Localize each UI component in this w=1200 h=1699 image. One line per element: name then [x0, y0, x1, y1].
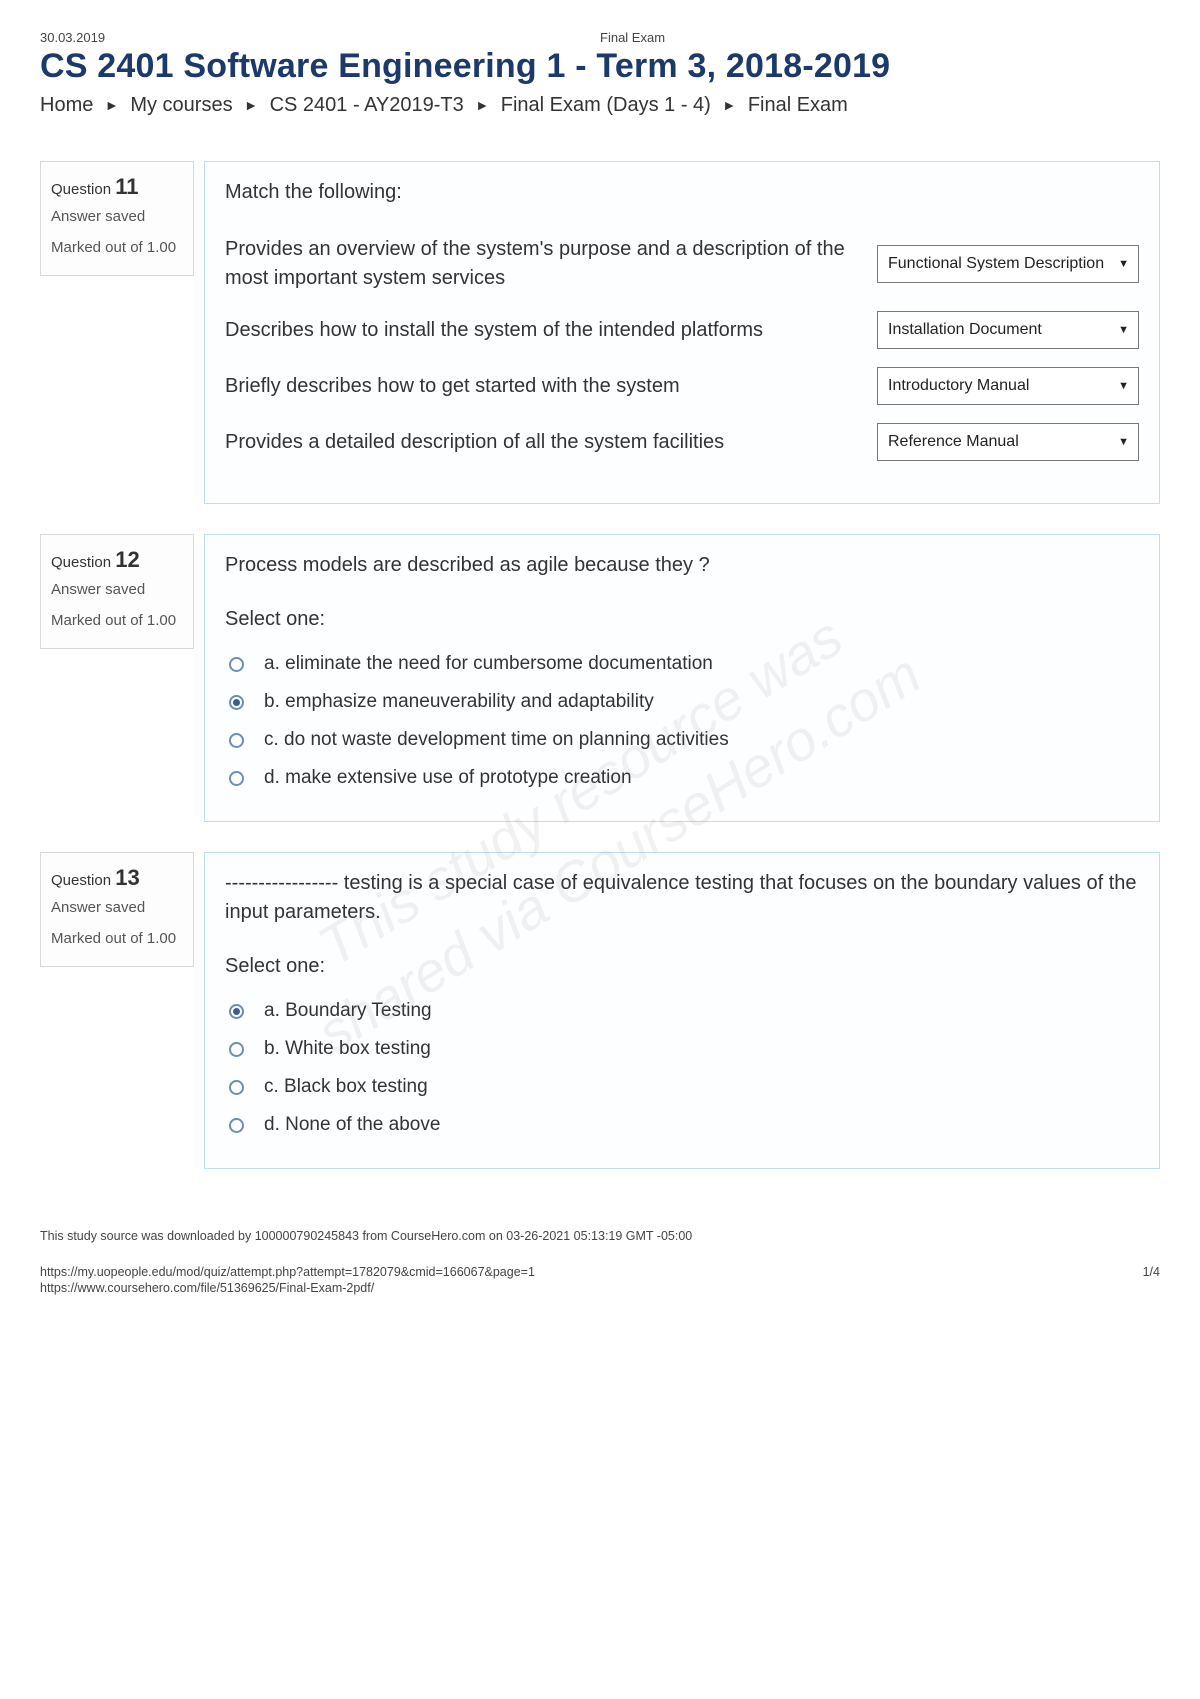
header-small-title: Final Exam [105, 30, 1160, 45]
option-row[interactable]: a. eliminate the need for cumbersome doc… [225, 645, 1139, 683]
match-row: Provides an overview of the system's pur… [225, 235, 1139, 293]
option-label: b. White box testing [264, 1038, 431, 1060]
match-select[interactable]: Introductory Manual [877, 367, 1139, 405]
breadcrumb-item[interactable]: Final Exam (Days 1 - 4) [501, 94, 711, 116]
question-body: ----------------- testing is a special c… [204, 852, 1160, 1169]
match-row: Provides a detailed description of all t… [225, 423, 1139, 461]
match-select-wrap: Functional System Description [877, 245, 1139, 283]
question-number: Question 11 [51, 174, 183, 200]
page-footer: https://my.uopeople.edu/mod/quiz/attempt… [40, 1265, 1160, 1296]
radio-icon[interactable] [229, 1042, 244, 1057]
radio-icon[interactable] [229, 1004, 244, 1019]
option-label: c. do not waste development time on plan… [264, 729, 729, 751]
breadcrumb: Home ► My courses ► CS 2401 - AY2019-T3 … [40, 94, 1160, 117]
question-marks: Marked out of 1.00 [51, 928, 183, 950]
option-label: a. Boundary Testing [264, 1000, 432, 1022]
question-marks: Marked out of 1.00 [51, 610, 183, 632]
option-row[interactable]: c. Black box testing [225, 1068, 1139, 1106]
question-body: Match the following: Provides an overvie… [204, 161, 1160, 504]
question-status: Answer saved [51, 899, 183, 916]
match-select[interactable]: Installation Document [877, 311, 1139, 349]
question-status: Answer saved [51, 581, 183, 598]
option-row[interactable]: d. make extensive use of prototype creat… [225, 759, 1139, 797]
option-row[interactable]: b. emphasize maneuverability and adaptab… [225, 683, 1139, 721]
radio-icon[interactable] [229, 1118, 244, 1133]
page-count: 1/4 [1143, 1265, 1160, 1296]
question-prompt: Process models are described as agile be… [225, 551, 1139, 580]
question-block: Question 13 Answer saved Marked out of 1… [40, 852, 1160, 1169]
chevron-right-icon: ► [722, 97, 736, 113]
match-prompt: Briefly describes how to get started wit… [225, 372, 857, 401]
option-row[interactable]: b. White box testing [225, 1030, 1139, 1068]
question-block: Question 11 Answer saved Marked out of 1… [40, 161, 1160, 504]
question-prompt: ----------------- testing is a special c… [225, 869, 1139, 927]
option-label: a. eliminate the need for cumbersome doc… [264, 653, 713, 675]
question-marks: Marked out of 1.00 [51, 237, 183, 259]
question-status: Answer saved [51, 208, 183, 225]
page-title: CS 2401 Software Engineering 1 - Term 3,… [40, 47, 1160, 86]
option-label: d. make extensive use of prototype creat… [264, 767, 632, 789]
question-body: Process models are described as agile be… [204, 534, 1160, 822]
radio-icon[interactable] [229, 1080, 244, 1095]
match-select-wrap: Introductory Manual [877, 367, 1139, 405]
option-label: d. None of the above [264, 1114, 440, 1136]
radio-icon[interactable] [229, 657, 244, 672]
chevron-right-icon: ► [475, 97, 489, 113]
chevron-right-icon: ► [105, 97, 119, 113]
match-row: Briefly describes how to get started wit… [225, 367, 1139, 405]
select-one-label: Select one: [225, 955, 1139, 978]
breadcrumb-item[interactable]: Home [40, 94, 93, 116]
radio-icon[interactable] [229, 733, 244, 748]
match-select[interactable]: Reference Manual [877, 423, 1139, 461]
match-select-wrap: Installation Document [877, 311, 1139, 349]
header-date: 30.03.2019 [40, 30, 105, 45]
option-label: c. Black box testing [264, 1076, 428, 1098]
match-select-wrap: Reference Manual [877, 423, 1139, 461]
question-info-panel: Question 12 Answer saved Marked out of 1… [40, 534, 194, 649]
option-row[interactable]: a. Boundary Testing [225, 992, 1139, 1030]
radio-icon[interactable] [229, 695, 244, 710]
question-block: Question 12 Answer saved Marked out of 1… [40, 534, 1160, 822]
radio-icon[interactable] [229, 771, 244, 786]
breadcrumb-item[interactable]: My courses [130, 94, 232, 116]
option-row[interactable]: d. None of the above [225, 1106, 1139, 1144]
match-prompt: Describes how to install the system of t… [225, 316, 857, 345]
footer-url: https://my.uopeople.edu/mod/quiz/attempt… [40, 1265, 535, 1281]
option-label: b. emphasize maneuverability and adaptab… [264, 691, 654, 713]
question-info-panel: Question 11 Answer saved Marked out of 1… [40, 161, 194, 276]
option-row[interactable]: c. do not waste development time on plan… [225, 721, 1139, 759]
breadcrumb-item[interactable]: Final Exam [748, 94, 848, 116]
breadcrumb-item[interactable]: CS 2401 - AY2019-T3 [270, 94, 464, 116]
question-info-panel: Question 13 Answer saved Marked out of 1… [40, 852, 194, 967]
question-number: Question 13 [51, 865, 183, 891]
question-number: Question 12 [51, 547, 183, 573]
match-prompt: Provides an overview of the system's pur… [225, 235, 857, 293]
match-select[interactable]: Functional System Description [877, 245, 1139, 283]
match-prompt: Provides a detailed description of all t… [225, 428, 857, 457]
footer-url: https://www.coursehero.com/file/51369625… [40, 1281, 535, 1297]
match-row: Describes how to install the system of t… [225, 311, 1139, 349]
download-footnote: This study source was downloaded by 1000… [40, 1229, 1160, 1243]
chevron-right-icon: ► [244, 97, 258, 113]
question-prompt: Match the following: [225, 178, 1139, 207]
select-one-label: Select one: [225, 608, 1139, 631]
